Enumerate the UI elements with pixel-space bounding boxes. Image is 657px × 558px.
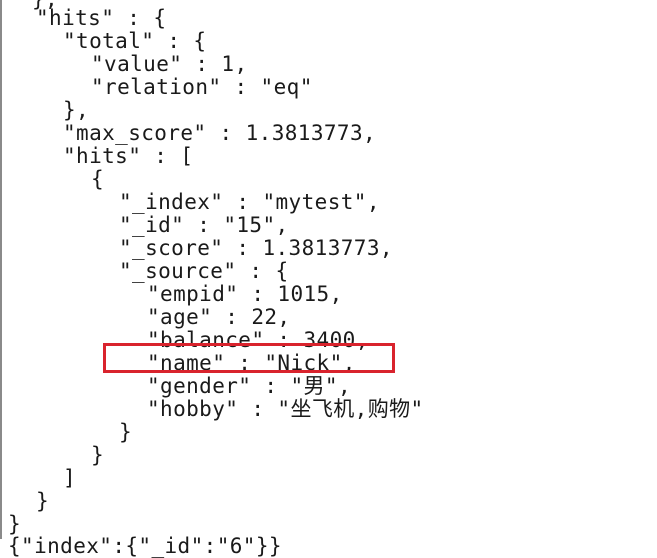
json-line: } — [36, 489, 50, 513]
json-line: ] — [63, 466, 77, 490]
json-line: "hits" : [ — [63, 144, 194, 168]
highlight-annotation-box — [103, 343, 395, 373]
json-line: } — [91, 443, 105, 467]
json-line: } — [119, 420, 133, 444]
json-line: "_source" : { — [119, 259, 289, 283]
json-line: "hobby" : "坐飞机,购物" — [147, 397, 424, 421]
json-line: "total" : { — [63, 29, 207, 53]
json-line: "_index" : "mytest", — [119, 190, 380, 214]
json-line: "_id" : "15", — [119, 213, 289, 237]
json-output: }, "hits" : { "total" : { "value" : 1, "… — [0, 0, 657, 558]
json-line: "hits" : { — [36, 6, 167, 30]
json-line: "relation" : "eq" — [91, 75, 313, 99]
json-line: "age" : 22, — [147, 305, 291, 329]
json-line: "max_score" : 1.3813773, — [63, 121, 377, 145]
json-line: "value" : 1, — [91, 52, 248, 76]
json-line: "gender" : "男", — [147, 374, 352, 398]
json-line: { — [91, 167, 105, 191]
json-line: {"index":{"_id":"6"}} — [8, 534, 282, 558]
json-line: }, — [63, 98, 90, 122]
json-line: "empid" : 1015, — [147, 282, 343, 306]
json-line: "_score" : 1.3813773, — [119, 236, 393, 260]
json-line: } — [8, 512, 22, 536]
